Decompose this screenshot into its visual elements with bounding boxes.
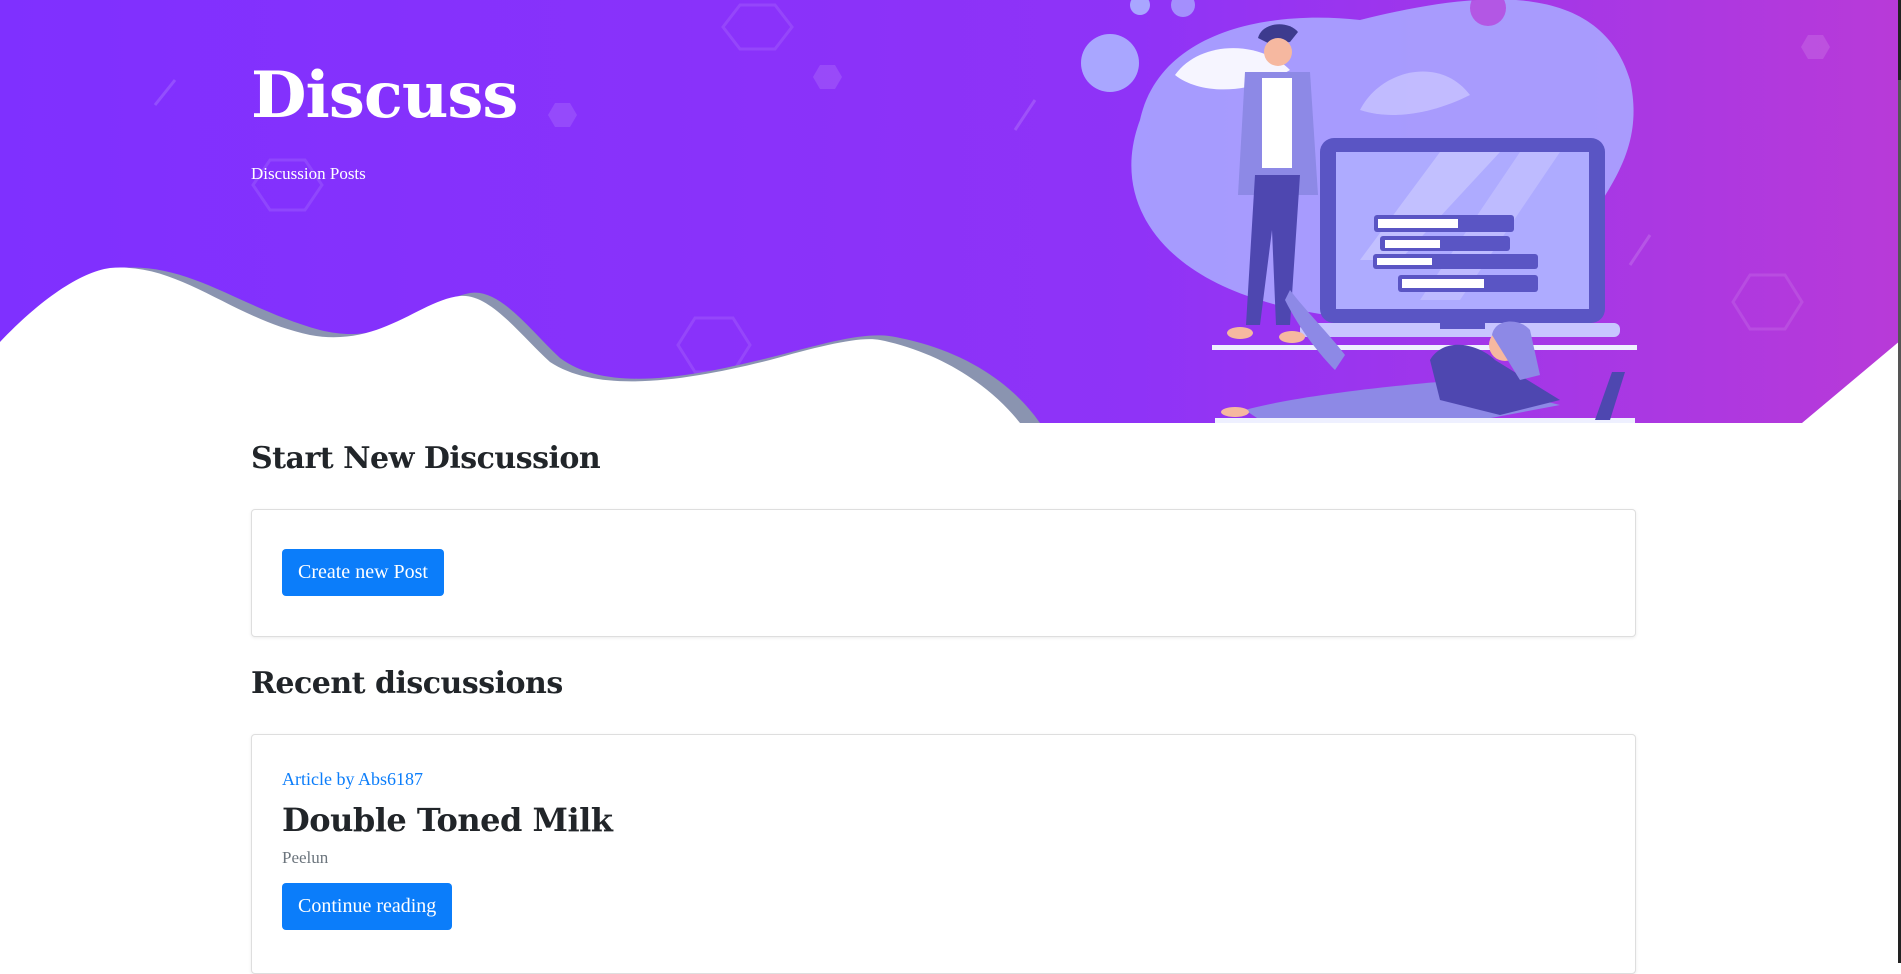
start-discussion-heading: Start New Discussion	[251, 441, 601, 476]
continue-reading-button[interactable]: Continue reading	[282, 883, 453, 930]
post-title[interactable]: Double Toned Milk	[282, 801, 613, 839]
post-author-link[interactable]: Article by Abs6187	[282, 769, 423, 790]
page-subtitle: Discussion Posts	[251, 164, 366, 183]
post-excerpt: Peelun	[282, 848, 329, 867]
create-post-button[interactable]: Create new Post	[282, 549, 444, 596]
post-card: Article by Abs6187 Double Toned Milk Pee…	[251, 734, 1636, 974]
page-title: Discuss	[251, 58, 518, 133]
recent-discussions-heading: Recent discussions	[251, 666, 563, 701]
hero-banner: Discuss Discussion Posts	[0, 0, 1901, 423]
start-discussion-card: Create new Post	[251, 509, 1636, 637]
